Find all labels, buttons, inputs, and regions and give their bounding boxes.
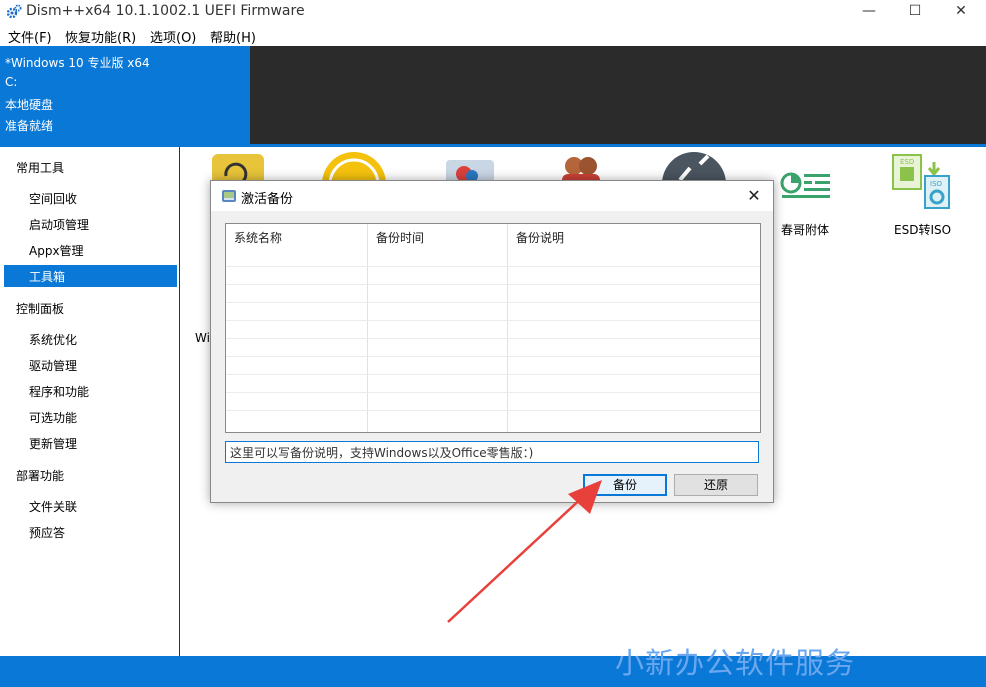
backup-table[interactable]: 系统名称 备份时间 备份说明 <box>225 223 761 433</box>
window-titlebar: Dism++x64 10.1.1002.1 UEFI Firmware — ☐ … <box>0 0 986 24</box>
row-gridline <box>226 374 760 375</box>
menu-options[interactable]: 选项(O) <box>150 27 196 46</box>
drive-letter: C: <box>5 75 18 89</box>
status-text: 准备就绪 <box>5 119 54 133</box>
menu-bar: 文件(F) 恢复功能(R) 选项(O) 帮助(H) <box>0 24 986 46</box>
sidebar-item-startup[interactable]: 启动项管理 <box>29 216 89 233</box>
sidebar-item-appx[interactable]: Appx管理 <box>29 242 84 259</box>
sidebar-item-optimize[interactable]: 系统优化 <box>29 331 77 348</box>
users-tool-icon[interactable] <box>556 154 606 182</box>
os-name: *Windows 10 专业版 x64 <box>5 56 150 70</box>
sidebar-item-updates[interactable]: 更新管理 <box>29 435 77 452</box>
sidebar-category-control: 控制面板 <box>16 302 65 316</box>
sidebar-item-answer-file[interactable]: 预应答 <box>29 524 65 541</box>
restore-button[interactable]: 还原 <box>674 474 758 496</box>
dialog-close-icon[interactable]: ✕ <box>741 184 767 208</box>
sidebar-item-toolbox[interactable]: 工具箱 <box>29 268 65 285</box>
sidebar-item-space-cleanup[interactable]: 空间回收 <box>29 190 77 207</box>
chunge-tool-icon[interactable] <box>780 170 832 200</box>
close-button[interactable]: ✕ <box>938 0 984 24</box>
row-gridline <box>226 392 760 393</box>
header-dark-panel <box>250 46 986 144</box>
row-gridline <box>226 338 760 339</box>
disk-type: 本地硬盘 <box>5 98 54 112</box>
column-header-backup-note[interactable]: 备份说明 <box>508 224 760 266</box>
menu-help[interactable]: 帮助(H) <box>210 27 256 46</box>
sidebar-item-drivers[interactable]: 驱动管理 <box>29 357 77 374</box>
sidebar <box>0 147 180 656</box>
row-gridline <box>226 356 760 357</box>
row-gridline <box>226 266 760 267</box>
dialog-title: 激活备份 <box>241 192 294 207</box>
menu-file[interactable]: 文件(F) <box>8 27 52 46</box>
sidebar-category-common: 常用工具 <box>16 161 65 175</box>
column-header-backup-time[interactable]: 备份时间 <box>368 224 508 266</box>
chunge-tool-label: 春哥附体 <box>781 223 830 237</box>
partial-tool-label: Wi <box>195 331 210 345</box>
row-gridline <box>226 410 760 411</box>
clock-tool-icon[interactable] <box>320 150 388 182</box>
system-info-panel[interactable]: *Windows 10 专业版 x64 C: 本地硬盘 准备就绪 <box>0 46 250 144</box>
maximize-button[interactable]: ☐ <box>892 0 938 24</box>
column-divider <box>507 224 508 432</box>
sidebar-item-optional-features[interactable]: 可选功能 <box>29 409 77 426</box>
wrench-tool-icon[interactable] <box>660 150 728 182</box>
box-tool-icon[interactable] <box>442 156 498 182</box>
iso-icon-text: ISO <box>930 180 943 188</box>
sidebar-item-file-assoc[interactable]: 文件关联 <box>29 498 77 515</box>
backup-description-input[interactable]: 这里可以写备份说明，支持Windows以及Office零售版：) <box>225 441 759 463</box>
sidebar-category-deploy: 部署功能 <box>16 469 65 483</box>
dialog-titlebar[interactable]: 激活备份 ✕ <box>211 181 773 211</box>
esd-to-iso-label: ESD转ISO <box>894 223 952 237</box>
annotation-arrow <box>447 480 602 623</box>
sidebar-item-programs[interactable]: 程序和功能 <box>29 383 89 400</box>
minimize-button[interactable]: — <box>846 0 892 24</box>
esd-icon-text: ESD <box>900 158 914 166</box>
menu-restore[interactable]: 恢复功能(R) <box>65 27 136 46</box>
row-gridline <box>226 284 760 285</box>
activation-backup-dialog: 激活备份 ✕ 系统名称 备份时间 备份说明 这里可以写备份说明，支持Window… <box>210 180 774 503</box>
backup-icon <box>222 190 236 202</box>
column-header-system-name[interactable]: 系统名称 <box>226 224 368 266</box>
window-title: Dism++x64 10.1.1002.1 UEFI Firmware <box>26 3 305 19</box>
watermark-text: 小新办公软件服务 <box>615 646 856 680</box>
esd-to-iso-icon[interactable]: ESD ISO <box>890 152 954 210</box>
row-gridline <box>226 320 760 321</box>
row-gridline <box>226 302 760 303</box>
column-divider <box>367 224 368 432</box>
gear-icon <box>6 4 22 19</box>
